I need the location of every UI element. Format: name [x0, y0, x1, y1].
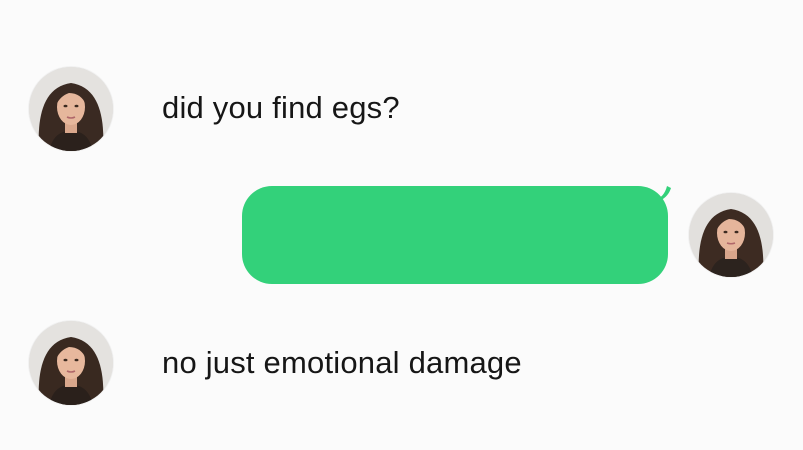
outgoing-message-bubble[interactable] — [242, 186, 668, 284]
user-portrait-icon — [29, 321, 113, 405]
sender-avatar[interactable] — [29, 321, 113, 405]
sender-avatar[interactable] — [29, 67, 113, 151]
user-portrait-icon — [29, 67, 113, 151]
incoming-message-text: did you find egs? — [162, 90, 400, 125]
user-portrait-icon — [689, 193, 773, 277]
chat-thread: did you find egs? no just emotional dama… — [0, 0, 803, 450]
self-avatar[interactable] — [689, 193, 773, 277]
incoming-message-text: no just emotional damage — [162, 345, 522, 380]
